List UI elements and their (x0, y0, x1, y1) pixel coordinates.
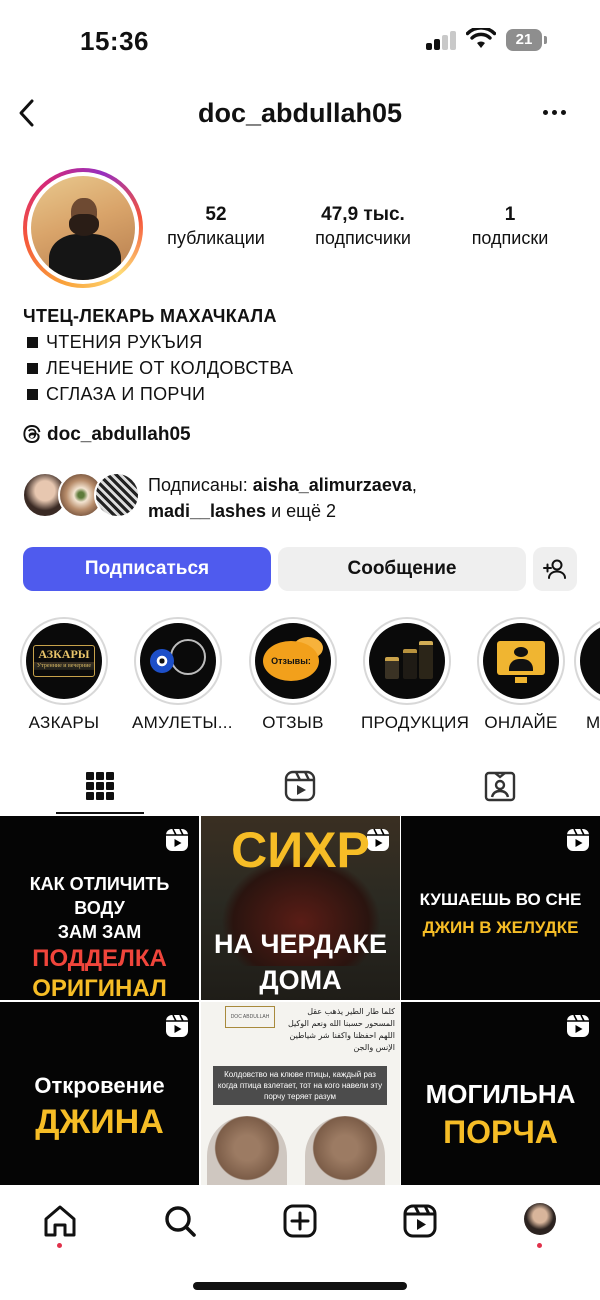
message-button[interactable]: Сообщение (278, 547, 526, 591)
post-tile[interactable]: МОГИЛЬНА ПОРЧА (401, 1002, 600, 1186)
battery-icon: 21 (506, 29, 547, 51)
stat-posts[interactable]: 52 публикации (158, 204, 274, 250)
highlight-label: М (586, 713, 600, 732)
post-tile[interactable]: Откровение ДЖИНА (0, 1002, 199, 1186)
threads-link[interactable]: doc_abdullah05 (23, 424, 191, 450)
stat-following[interactable]: 1 подписки (455, 204, 565, 250)
followed-by[interactable]: Подписаны: aisha_alimurzaeva, madi__lash… (22, 472, 582, 524)
nav-profile[interactable] (520, 1201, 560, 1248)
highlight-online[interactable]: ОНЛАЙЕ (475, 617, 567, 733)
reels-icon (403, 1204, 437, 1238)
bio-line: ЛЕЧЕНИЕ ОТ КОЛДОВСТВА (23, 355, 583, 381)
nav-create[interactable] (280, 1201, 320, 1241)
followed-by-text: Подписаны: aisha_alimurzaeva, madi__lash… (148, 475, 417, 521)
profile-bio: ЧТЕЦ-ЛЕКАРЬ МАХАЧКАЛА ЧТЕНИЯ РУКЪИЯ ЛЕЧЕ… (23, 303, 583, 407)
stat-followers-label: подписчики (315, 228, 411, 248)
highlight-label: ОТЗЫВ (262, 713, 324, 732)
follow-button[interactable]: Подписаться (23, 547, 271, 591)
bio-line: ЧТЕНИЯ РУКЪИЯ (23, 329, 583, 355)
active-tab-indicator (56, 812, 144, 814)
nav-home[interactable] (40, 1201, 80, 1248)
profile-header: doc_abdullah05 (0, 88, 600, 138)
monitor-icon (497, 641, 545, 675)
profile-avatar[interactable] (23, 168, 143, 288)
tagged-person-icon (484, 771, 516, 802)
post-tile[interactable]: СИХР НА ЧЕРДАКЕ ДОМА (201, 816, 400, 1000)
reels-icon (284, 770, 316, 802)
follower-username: aisha_alimurzaeva (252, 475, 412, 495)
highlight-amulets[interactable]: АМУЛЕТЫ... (132, 617, 233, 733)
highlight-cover (140, 623, 216, 699)
bullet-square-icon (27, 362, 38, 374)
highlight-cover (369, 623, 445, 699)
profile-username: doc_abdullah05 (197, 98, 403, 128)
more-options-icon[interactable] (540, 108, 570, 118)
suggest-users-button[interactable] (533, 547, 577, 591)
wifi-icon (466, 28, 496, 48)
highlight-cover: Отзывы: (255, 623, 331, 699)
stat-following-count: 1 (504, 204, 516, 225)
threads-handle: doc_abdullah05 (47, 424, 191, 445)
own-profile-avatar (524, 1203, 556, 1235)
notification-dot (537, 1243, 542, 1248)
highlight-partial[interactable]: М (574, 617, 600, 733)
highlight-label: ПРОДУКЦИЯ (361, 713, 470, 732)
home-indicator (193, 1282, 407, 1290)
status-time: 15:36 (80, 26, 149, 56)
notification-dot (57, 1243, 62, 1248)
profile-tabs (0, 760, 600, 816)
stat-followers[interactable]: 47,9 тыс. подписчики (300, 204, 426, 250)
add-person-icon (543, 559, 566, 579)
reel-badge-icon (166, 1014, 188, 1037)
posts-grid: КАК ОТЛИЧИТЬ ВОДУ ЗАМ ЗАМ ПОДДЕЛКА ОРИГИ… (0, 816, 600, 1186)
search-icon (165, 1206, 196, 1237)
highlight-azkary[interactable]: АЗКАРЫ Утренние и вечерние АЗКАРЫ (18, 617, 110, 733)
bio-title: ЧТЕЦ-ЛЕКАРЬ МАХАЧКАЛА (23, 306, 277, 326)
reel-badge-icon (567, 828, 589, 851)
highlight-label: АМУЛЕТЫ... (132, 713, 233, 732)
status-bar: 15:36 21 (0, 0, 600, 80)
bullet-square-icon (27, 388, 38, 400)
highlight-cover (483, 623, 559, 699)
threads-icon (23, 425, 41, 443)
home-icon (44, 1205, 76, 1237)
post-logo: DOC ABDULLAH (225, 1006, 275, 1028)
post-tile[interactable]: DOC ABDULLAH كلما طار الطير يذهب عقل الم… (201, 1002, 400, 1186)
tab-posts-grid[interactable] (0, 760, 200, 816)
follower-avatar (94, 472, 140, 518)
reel-badge-icon (166, 828, 188, 851)
highlight-label: ОНЛАЙЕ (484, 713, 558, 732)
highlight-cover (580, 623, 600, 699)
grid-icon (86, 772, 114, 800)
highlight-cover: АЗКАРЫ Утренние и вечерние (26, 623, 102, 699)
stat-posts-label: публикации (167, 228, 265, 248)
evil-eye-icon (150, 649, 174, 673)
post-tile[interactable]: КУШАЕШЬ ВО СНЕ ДЖИН В ЖЕЛУДКЕ (401, 816, 600, 1000)
stat-posts-count: 52 (205, 204, 227, 225)
highlight-label: АЗКАРЫ (28, 713, 100, 732)
post-tile[interactable]: КАК ОТЛИЧИТЬ ВОДУ ЗАМ ЗАМ ПОДДЕЛКА ОРИГИ… (0, 816, 199, 1000)
cellular-signal-icon (426, 30, 458, 50)
highlight-products[interactable]: ПРОДУКЦИЯ (361, 617, 470, 733)
create-post-icon (283, 1204, 317, 1238)
bullet-square-icon (27, 336, 38, 348)
nav-reels[interactable] (400, 1201, 440, 1241)
highlight-reviews[interactable]: Отзывы: ОТЗЫВ (247, 617, 339, 733)
tab-tagged[interactable] (400, 760, 600, 816)
follower-username: madi__lashes (148, 501, 267, 521)
stat-followers-count: 47,9 тыс. (321, 204, 405, 225)
stat-following-label: подписки (471, 228, 549, 248)
speech-bubble-icon: Отзывы: (263, 641, 319, 681)
bio-line: СГЛАЗА И ПОРЧИ (23, 381, 583, 407)
nav-search[interactable] (160, 1201, 200, 1241)
reel-badge-icon (567, 1014, 589, 1037)
tab-reels[interactable] (200, 760, 400, 816)
avatar-photo (31, 176, 135, 280)
